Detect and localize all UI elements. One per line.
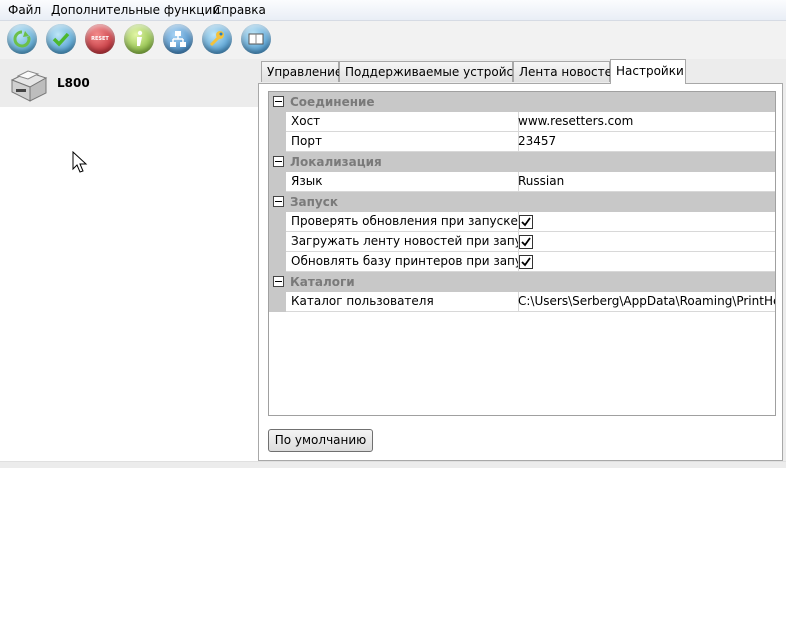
refresh-button[interactable]	[7, 24, 37, 54]
category-connection[interactable]: Соединение	[269, 92, 775, 112]
menu-file[interactable]: Файл	[8, 3, 41, 17]
printer-icon	[10, 70, 48, 102]
category-label: Запуск	[290, 195, 338, 209]
wrench-icon	[209, 31, 224, 47]
property-row-update-printer-db[interactable]: Обновлять базу принтеров при запуске	[269, 252, 775, 272]
property-row-port[interactable]: Порт 23457	[269, 132, 775, 152]
checkmark-icon	[521, 257, 531, 267]
reset-button[interactable]: RESET	[85, 24, 115, 54]
reset-icon: RESET	[91, 36, 109, 42]
property-name: Загружать ленту новостей при запуске	[286, 232, 519, 252]
check-button[interactable]	[46, 24, 76, 54]
tab-settings[interactable]: Настройки	[610, 59, 686, 84]
main-area: Управление Поддерживаемые устройства Лен…	[258, 59, 786, 462]
collapse-icon[interactable]	[273, 156, 284, 167]
property-name: Каталог пользователя	[286, 292, 519, 312]
property-name: Порт	[286, 132, 519, 152]
device-panel: L800	[0, 59, 258, 462]
category-directories[interactable]: Каталоги	[269, 272, 775, 292]
port-field[interactable]: 23457	[514, 132, 775, 152]
tab-supported-devices[interactable]: Поддерживаемые устройства	[339, 61, 535, 82]
property-row-language[interactable]: Язык Russian	[269, 172, 775, 192]
status-strip	[0, 461, 786, 468]
tab-management[interactable]: Управление	[261, 61, 342, 82]
network-button[interactable]	[163, 24, 193, 54]
property-name: Проверять обновления при запуске	[286, 212, 519, 232]
load-news-checkbox[interactable]	[519, 235, 533, 249]
property-row-check-updates[interactable]: Проверять обновления при запуске	[269, 212, 775, 232]
check-updates-checkbox[interactable]	[519, 215, 533, 229]
property-name: Обновлять базу принтеров при запуске	[286, 252, 519, 272]
checkmark-icon	[521, 237, 531, 247]
property-row-load-news[interactable]: Загружать ленту новостей при запуске	[269, 232, 775, 252]
host-field[interactable]: www.resetters.com	[514, 112, 775, 132]
book-icon	[248, 33, 264, 45]
mouse-cursor-icon	[72, 151, 88, 173]
user-directory-field[interactable]: C:\Users\Serberg\AppData\Roaming\PrintHe…	[514, 292, 775, 312]
language-field[interactable]: Russian	[514, 172, 775, 192]
book-button[interactable]	[241, 24, 271, 54]
refresh-icon	[13, 30, 31, 48]
check-icon	[52, 32, 70, 47]
settings-panel: Соединение Хост www.resetters.com Порт 2…	[258, 83, 783, 461]
collapse-icon[interactable]	[273, 196, 284, 207]
device-item[interactable]: L800	[0, 59, 258, 107]
collapse-icon[interactable]	[273, 276, 284, 287]
toolbar: RESET	[0, 21, 786, 59]
reset-defaults-button[interactable]: По умолчанию	[268, 429, 373, 452]
tools-button[interactable]	[202, 24, 232, 54]
property-name: Хост	[286, 112, 519, 132]
checkmark-icon	[521, 217, 531, 227]
info-button[interactable]	[124, 24, 154, 54]
update-printer-db-checkbox[interactable]	[519, 255, 533, 269]
property-row-user-directory[interactable]: Каталог пользователя C:\Users\Serberg\Ap…	[269, 292, 775, 312]
menu-bar: Файл Дополнительные функции Справка	[0, 0, 786, 21]
menu-extra-functions[interactable]: Дополнительные функции	[51, 3, 220, 17]
category-localization[interactable]: Локализация	[269, 152, 775, 172]
tab-news-feed[interactable]: Лента новостей	[513, 61, 620, 82]
property-row-host[interactable]: Хост www.resetters.com	[269, 112, 775, 132]
menu-help[interactable]: Справка	[213, 3, 266, 17]
collapse-icon[interactable]	[273, 96, 284, 107]
category-label: Соединение	[290, 95, 375, 109]
category-startup[interactable]: Запуск	[269, 192, 775, 212]
category-label: Локализация	[290, 155, 382, 169]
info-icon	[137, 30, 143, 46]
network-icon	[170, 31, 186, 47]
category-label: Каталоги	[290, 275, 355, 289]
property-grid: Соединение Хост www.resetters.com Порт 2…	[268, 91, 776, 416]
property-name: Язык	[286, 172, 519, 192]
device-name: L800	[57, 76, 90, 90]
